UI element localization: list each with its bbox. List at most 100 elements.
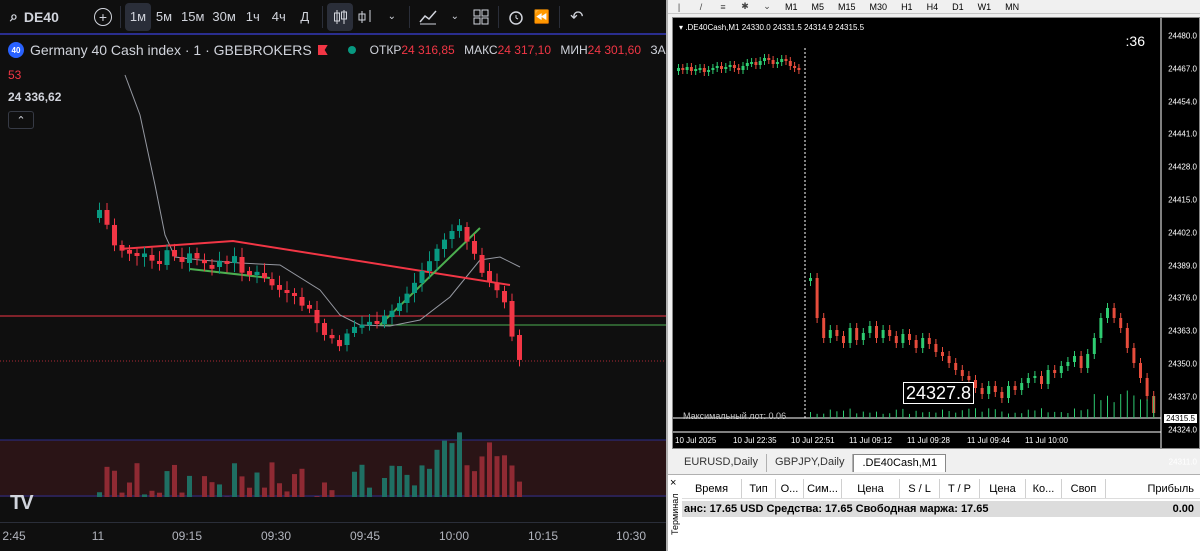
time-label: 11 Jul 09:28: [907, 436, 950, 445]
candle: [1020, 383, 1024, 390]
candle: [1092, 338, 1096, 354]
channel-tool[interactable]: ≡: [712, 1, 734, 13]
tf-mn[interactable]: MN: [998, 1, 1026, 13]
interval-30m[interactable]: 30м: [208, 3, 239, 31]
volume-bar: [142, 494, 147, 497]
candle: [179, 257, 185, 262]
mt-toolbar: | / ≡ ✱ ⌄ M1 M5 M15 M30 H1 H4 D1 W1 MN: [668, 0, 1200, 14]
close-icon[interactable]: ×: [670, 477, 676, 489]
tab-de40[interactable]: .DE40Cash,M1: [853, 454, 947, 472]
chevron-down-icon[interactable]: ⌄: [756, 1, 778, 13]
tf-h1[interactable]: H1: [894, 1, 920, 13]
volume-bar: [97, 492, 102, 497]
tab-gbpjpy[interactable]: GBPJPY,Daily: [766, 454, 854, 472]
tf-m15[interactable]: M15: [831, 1, 863, 13]
interval-15m[interactable]: 15м: [177, 3, 208, 31]
col-profit[interactable]: Прибыль: [1106, 479, 1200, 498]
candle: [314, 310, 320, 324]
undo-icon: ↶: [570, 8, 584, 26]
price-level-label: 24467.0: [1168, 64, 1197, 74]
add-compare-button[interactable]: +: [90, 3, 116, 31]
vertical-line-tool[interactable]: |: [668, 1, 690, 13]
price-level-label: 24350.0: [1168, 359, 1197, 369]
candle: [822, 318, 826, 338]
col-time[interactable]: Время: [682, 479, 742, 498]
bars-type-button[interactable]: [353, 3, 379, 31]
volume-bar: [254, 472, 260, 497]
candle: [875, 326, 878, 338]
mt-chart-window[interactable]: ▾ .DE40Cash,M1 24330.0 24331.5 24314.9 2…: [672, 17, 1200, 467]
col-commission[interactable]: Ко...: [1026, 479, 1062, 498]
chevron-down-icon[interactable]: ⌄: [442, 3, 468, 31]
volume-bar: [149, 490, 155, 497]
col-sl[interactable]: S / L: [900, 479, 940, 498]
symbol-search[interactable]: ⌕ DE40: [0, 8, 90, 25]
interval-1m[interactable]: 1м: [125, 2, 151, 31]
volume-bar: [367, 487, 372, 497]
trendline-tool[interactable]: /: [690, 1, 712, 13]
col-symbol[interactable]: Сим...: [804, 479, 842, 498]
volume-bar: [487, 442, 492, 497]
tf-m30[interactable]: M30: [863, 1, 895, 13]
candle: [254, 271, 260, 275]
volume-bar: [179, 492, 185, 497]
tv-price-chart[interactable]: [0, 35, 666, 522]
candle: [119, 245, 125, 251]
candle: [828, 330, 832, 338]
candle: [901, 334, 905, 343]
layout-grid-button[interactable]: [468, 3, 494, 31]
candle: [707, 70, 711, 72]
time-tick: 10:00: [438, 529, 470, 543]
col-type[interactable]: Тип: [742, 479, 776, 498]
alert-button[interactable]: [503, 3, 529, 31]
candles-type-button[interactable]: [326, 2, 353, 31]
interval-5m[interactable]: 5м: [151, 3, 177, 31]
candle: [1125, 328, 1129, 348]
tf-w1[interactable]: W1: [971, 1, 999, 13]
tradingview-panel: ⌕ DE40 + 1м 5м 15м 30м 1ч 4ч Д ⌄ ⌄ ⏪ ↶ 4…: [0, 0, 666, 551]
interval-1h[interactable]: 1ч: [240, 3, 266, 31]
candle: [239, 257, 245, 273]
undo-button[interactable]: ↶: [564, 3, 590, 31]
divider: [120, 5, 121, 28]
candle: [269, 279, 275, 286]
candle: [788, 61, 792, 66]
volume-bar: [209, 482, 215, 497]
interval-4h[interactable]: 4ч: [266, 3, 292, 31]
col-price[interactable]: Цена: [842, 479, 900, 498]
volume-band: [0, 440, 666, 497]
interval-1d[interactable]: Д: [292, 3, 318, 31]
candle: [502, 291, 507, 303]
volume-bar: [112, 470, 117, 497]
volume-bar: [314, 496, 320, 497]
chevron-down-icon[interactable]: ⌄: [379, 3, 405, 31]
indicators-button[interactable]: [414, 3, 442, 31]
volume-bar: [517, 481, 522, 497]
shapes-tool[interactable]: ✱: [734, 1, 756, 13]
replay-button[interactable]: ⏪: [529, 3, 555, 31]
candle: [194, 253, 200, 259]
candle: [412, 282, 417, 293]
grid-icon: [473, 9, 489, 24]
volume-bar: [412, 485, 417, 497]
candle: [1145, 378, 1149, 396]
tf-d1[interactable]: D1: [945, 1, 971, 13]
tab-eurusd[interactable]: EURUSD,Daily: [676, 454, 767, 472]
candle: [835, 330, 839, 336]
bar-countdown: :36: [1125, 33, 1145, 49]
tf-m5[interactable]: M5: [805, 1, 832, 13]
col-volume[interactable]: О...: [776, 479, 804, 498]
tf-m1[interactable]: M1: [778, 1, 805, 13]
volume-bar: [172, 464, 177, 497]
col-swap[interactable]: Своп: [1062, 479, 1106, 498]
candle: [1132, 348, 1136, 363]
col-price2[interactable]: Цена: [980, 479, 1026, 498]
candle: [352, 326, 357, 333]
candle: [702, 68, 706, 72]
tf-h4[interactable]: H4: [920, 1, 946, 13]
ohlc-values: ОТКР24 316,85 МАКС24 317,10 МИН24 301,60…: [370, 43, 666, 57]
tv-time-axis[interactable]: 2:45 11 09:15 09:30 09:45 10:00 10:15 10…: [0, 522, 666, 551]
collapse-legend-button[interactable]: ⌃: [8, 111, 34, 129]
col-tp[interactable]: T / P: [940, 479, 980, 498]
price-level-label: 24389.0: [1168, 261, 1197, 271]
